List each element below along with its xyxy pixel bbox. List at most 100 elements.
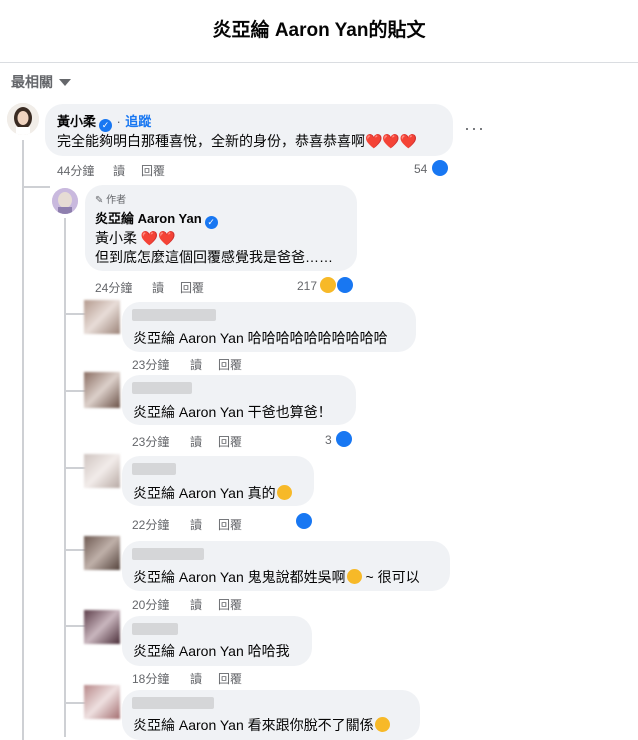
thumbs-up-icon: [432, 160, 448, 176]
like-count[interactable]: 54: [414, 162, 427, 176]
mention-link[interactable]: 黃小柔: [95, 230, 137, 246]
thread-branch: [64, 390, 86, 392]
reply-bubble: 炎亞綸 Aaron Yan 看來跟你脫不了關係: [122, 690, 420, 740]
comment-text-row: 完全能夠明白那種喜悅，全新的身份，恭喜恭喜啊❤️❤️❤️: [57, 131, 417, 151]
reply-text: 看來跟你脫不了關係: [247, 717, 374, 733]
author-reply-bubble: ✎ 作者 炎亞綸 Aaron Yan ✓ 黃小柔 ❤️❤️ 但到底怎麼這個回覆感覺…: [85, 185, 357, 271]
blurred-username: [132, 623, 178, 635]
reply-button[interactable]: 回覆: [218, 356, 242, 373]
mention-link[interactable]: 炎亞綸 Aaron Yan: [133, 330, 244, 346]
author-avatar-image: [52, 188, 78, 214]
reply-actions: 23分鐘 讀 回覆: [132, 433, 242, 450]
reply-text-suffix: ~ 很可以: [365, 569, 420, 585]
reply-button[interactable]: 回覆: [218, 670, 242, 687]
mention-link[interactable]: 炎亞綸 Aaron Yan: [133, 485, 244, 501]
more-options-icon[interactable]: ···: [464, 118, 485, 139]
reply-time: 23分鐘: [132, 358, 170, 372]
comment-header: 黃小柔 ✓ · 追蹤: [57, 111, 151, 132]
reply-line2: 但到底怎麼這個回覆感覺我是爸爸……: [95, 249, 333, 265]
author-badge-label: 作者: [106, 195, 127, 206]
verified-icon: ✓: [204, 216, 218, 229]
like-button[interactable]: 讀: [190, 433, 218, 450]
thread-branch: [64, 313, 86, 315]
rofl-emoji-icon: [276, 485, 292, 500]
like-button[interactable]: 讀: [190, 596, 218, 613]
post-header: 炎亞綸 Aaron Yan的貼文: [0, 0, 638, 62]
blurred-username: [132, 382, 192, 394]
like-button[interactable]: 讀: [190, 516, 218, 533]
reply-actions: 22分鐘 讀 回覆: [132, 516, 242, 533]
reply-time: 22分鐘: [132, 518, 170, 532]
reply-line1: 黃小柔 ❤️❤️: [95, 228, 176, 248]
thread-branch: [64, 625, 86, 627]
thread-line-2: [64, 218, 66, 737]
reply-time: 24分鐘: [95, 281, 133, 295]
mention-link[interactable]: 炎亞綸 Aaron Yan: [133, 717, 244, 733]
thumbs-up-icon[interactable]: [296, 513, 312, 529]
thread-branch: [22, 186, 50, 188]
reply-text-row: 炎亞綸 Aaron Yan 鬼鬼說都姓吳啊 ~ 很可以: [133, 567, 420, 587]
reply-time: 18分鐘: [132, 672, 170, 686]
reply-text-row: 炎亞綸 Aaron Yan 哈哈哈哈哈哈哈哈哈哈: [133, 328, 388, 348]
sort-dropdown[interactable]: 最相關: [11, 72, 71, 92]
thread-branch: [64, 549, 86, 551]
reply-text-row: 炎亞綸 Aaron Yan 哈哈我: [133, 641, 290, 661]
reply-header: 炎亞綸 Aaron Yan ✓: [95, 208, 218, 229]
like-button[interactable]: 讀: [152, 279, 180, 296]
author-badge: ✎ 作者: [95, 191, 126, 206]
like-button[interactable]: 讀: [190, 670, 218, 687]
comment-actions: 44分鐘 讀 回覆: [57, 162, 165, 179]
reply-button[interactable]: 回覆: [180, 279, 204, 296]
reply-button[interactable]: 回覆: [218, 516, 242, 533]
like-count[interactable]: 3: [325, 433, 332, 447]
reply-text-row: 炎亞綸 Aaron Yan 看來跟你脫不了關係: [133, 715, 390, 735]
blurred-avatar[interactable]: [84, 372, 120, 408]
reply-bubble: 炎亞綸 Aaron Yan 真的: [122, 456, 314, 506]
reply-actions: 18分鐘 讀 回覆: [132, 670, 242, 687]
haha-icon: [320, 277, 336, 293]
reply-text: 干爸也算爸！: [247, 404, 332, 420]
mention-link[interactable]: 炎亞綸 Aaron Yan: [133, 404, 244, 420]
comment-bubble: 黃小柔 ✓ · 追蹤 完全能夠明白那種喜悅，全新的身份，恭喜恭喜啊❤️❤️❤️: [45, 104, 453, 156]
follow-button[interactable]: 追蹤: [125, 114, 151, 129]
thread-branch: [64, 467, 86, 469]
reply-button[interactable]: 回覆: [141, 162, 165, 179]
reply-time: 20分鐘: [132, 598, 170, 612]
reply-actions: 24分鐘 讀 回覆: [95, 279, 204, 296]
page-title: 炎亞綸 Aaron Yan的貼文: [212, 20, 426, 41]
like-button[interactable]: 讀: [190, 356, 218, 373]
avatar-image: [7, 103, 39, 135]
reply-text: 哈哈我: [247, 643, 290, 659]
thumbs-up-icon: [336, 431, 352, 447]
avatar[interactable]: [7, 103, 39, 135]
like-count[interactable]: 217: [297, 279, 317, 293]
mention-link[interactable]: 炎亞綸 Aaron Yan: [133, 569, 244, 585]
reply-text: 哈哈哈哈哈哈哈哈哈哈: [247, 330, 388, 346]
mention-link[interactable]: 炎亞綸 Aaron Yan: [133, 643, 244, 659]
like-button[interactable]: 讀: [113, 162, 141, 179]
blurred-username: [132, 697, 214, 709]
author-avatar[interactable]: [52, 188, 78, 214]
header-divider: [0, 62, 638, 63]
sort-label: 最相關: [11, 74, 53, 90]
blurred-avatar[interactable]: [84, 454, 120, 488]
thread-line: [22, 140, 24, 740]
comment-text: 完全能夠明白那種喜悅，全新的身份，恭喜恭喜啊: [57, 133, 365, 149]
comment-time: 44分鐘: [57, 164, 95, 178]
reply-author[interactable]: 炎亞綸 Aaron Yan: [95, 211, 202, 226]
reply-button[interactable]: 回覆: [218, 433, 242, 450]
blurred-avatar[interactable]: [84, 610, 120, 644]
blurred-username: [132, 309, 216, 321]
blurred-avatar[interactable]: [84, 685, 120, 719]
reply-button[interactable]: 回覆: [218, 596, 242, 613]
comment-author[interactable]: 黃小柔: [57, 114, 96, 129]
blurred-avatar[interactable]: [84, 300, 120, 334]
heart-emojis: ❤️❤️❤️: [365, 133, 418, 149]
chevron-down-icon: [59, 78, 71, 86]
reply-bubble: 炎亞綸 Aaron Yan 干爸也算爸！: [122, 375, 356, 425]
reply-bubble: 炎亞綸 Aaron Yan 鬼鬼說都姓吳啊 ~ 很可以: [122, 541, 450, 591]
rofl-emoji-icon: [374, 717, 390, 732]
blurred-username: [132, 548, 204, 560]
reply-actions: 20分鐘 讀 回覆: [132, 596, 242, 613]
blurred-avatar[interactable]: [84, 536, 120, 570]
